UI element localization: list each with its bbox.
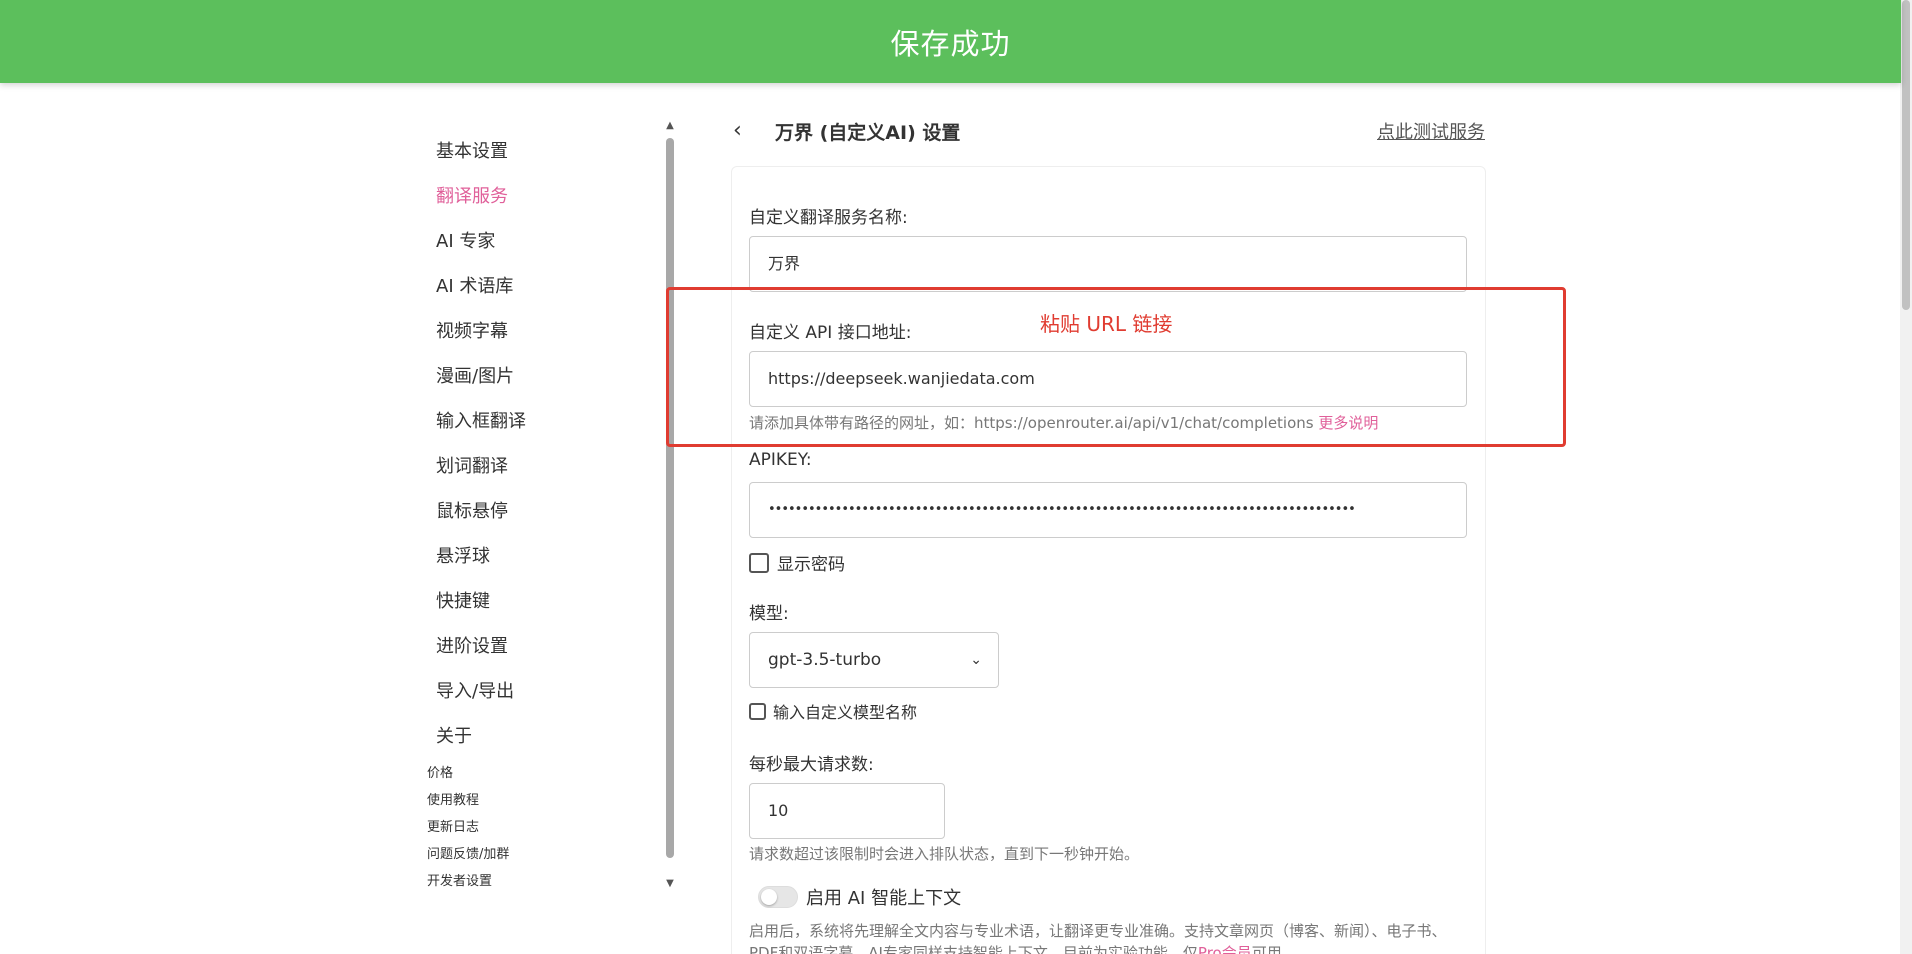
- sidebar-item-shortcuts[interactable]: 快捷键: [436, 587, 490, 613]
- model-label: 模型:: [749, 604, 789, 624]
- custom-model-label: 输入自定义模型名称: [773, 703, 918, 722]
- show-password-checkbox[interactable]: [749, 552, 769, 573]
- show-password-label: 显示密码: [777, 555, 845, 575]
- custom-model-checkbox[interactable]: [749, 702, 766, 720]
- sidebar-item-translation-service[interactable]: 翻译服务: [436, 182, 508, 208]
- sidebar-item-input-translation[interactable]: 输入框翻译: [436, 407, 526, 433]
- sidebar-link-changelog[interactable]: 更新日志: [427, 816, 479, 835]
- sidebar-item-video-subtitles[interactable]: 视频字幕: [436, 317, 508, 343]
- ai-context-toggle[interactable]: [758, 886, 798, 908]
- ai-context-help-text: 启用后，系统将先理解全文内容与专业术语，让翻译更专业准确。支持文章网页（博客、新…: [749, 922, 1447, 954]
- sidebar-item-mouse-hover[interactable]: 鼠标悬停: [436, 497, 508, 523]
- sidebar-link-tutorial[interactable]: 使用教程: [427, 789, 479, 808]
- rate-label: 每秒最大请求数:: [749, 755, 874, 775]
- sidebar-item-about[interactable]: 关于: [436, 722, 472, 748]
- sidebar-item-ai-glossary[interactable]: AI 术语库: [436, 272, 513, 298]
- ai-context-help: 启用后，系统将先理解全文内容与专业术语，让翻译更专业准确。支持文章网页（博客、新…: [749, 920, 1469, 954]
- sidebar-link-feedback[interactable]: 问题反馈/加群: [427, 843, 509, 862]
- rate-input[interactable]: 10: [749, 783, 945, 839]
- sidebar-item-basic[interactable]: 基本设置: [436, 137, 508, 163]
- toast-message: 保存成功: [890, 26, 1011, 61]
- page-title: 万界 (自定义AI) 设置: [775, 122, 961, 144]
- scroll-down-icon[interactable]: ▼: [664, 878, 676, 890]
- success-toast: 保存成功: [0, 0, 1901, 83]
- annotation-text: 粘贴 URL 链接: [1040, 312, 1173, 336]
- pro-member-link[interactable]: Pro会员: [1198, 944, 1252, 954]
- toggle-knob: [761, 889, 777, 905]
- ai-context-label: 启用 AI 智能上下文: [806, 888, 962, 909]
- sidebar-item-import-export[interactable]: 导入/导出: [436, 677, 514, 703]
- page-scrollbar[interactable]: [1900, 0, 1912, 954]
- sidebar-scroll-thumb[interactable]: [666, 138, 674, 858]
- sidebar-link-pricing[interactable]: 价格: [427, 762, 453, 781]
- page-scroll-thumb[interactable]: [1902, 0, 1910, 310]
- ai-context-help-suffix: 可用。: [1251, 944, 1297, 954]
- sidebar-item-advanced[interactable]: 进阶设置: [436, 632, 508, 658]
- service-name-label: 自定义翻译服务名称:: [749, 208, 908, 228]
- sidebar-item-comics-images[interactable]: 漫画/图片: [436, 362, 514, 388]
- sidebar-item-selection-translation[interactable]: 划词翻译: [436, 452, 508, 478]
- sidebar-item-ai-expert[interactable]: AI 专家: [436, 227, 495, 253]
- show-password-row[interactable]: 显示密码: [749, 550, 845, 575]
- custom-model-row[interactable]: 输入自定义模型名称: [749, 699, 917, 723]
- sidebar-item-floating-ball[interactable]: 悬浮球: [436, 542, 490, 568]
- scroll-up-icon[interactable]: ▲: [664, 120, 676, 132]
- settings-sidebar: 基本设置 翻译服务 AI 专家 AI 术语库 视频字幕 漫画/图片 输入框翻译 …: [410, 120, 670, 890]
- sidebar-scrollbar[interactable]: ▲ ▼: [664, 120, 676, 890]
- apikey-label: APIKEY:: [749, 450, 812, 470]
- test-service-link[interactable]: 点此测试服务: [1377, 118, 1485, 144]
- chevron-left-icon[interactable]: ‹: [733, 118, 742, 143]
- model-selected-value: gpt-3.5-turbo: [768, 650, 882, 670]
- model-select[interactable]: gpt-3.5-turbo ⌄: [749, 632, 999, 688]
- rate-help: 请求数超过该限制时会进入排队状态，直到下一秒钟开始。: [749, 845, 1140, 863]
- apikey-input[interactable]: ••••••••••••••••••••••••••••••••••••••••…: [749, 482, 1467, 538]
- ai-context-row[interactable]: 启用 AI 智能上下文: [758, 884, 961, 910]
- chevron-down-icon: ⌄: [970, 652, 982, 668]
- service-name-input[interactable]: 万界: [749, 236, 1467, 292]
- sidebar-link-developer[interactable]: 开发者设置: [427, 870, 492, 889]
